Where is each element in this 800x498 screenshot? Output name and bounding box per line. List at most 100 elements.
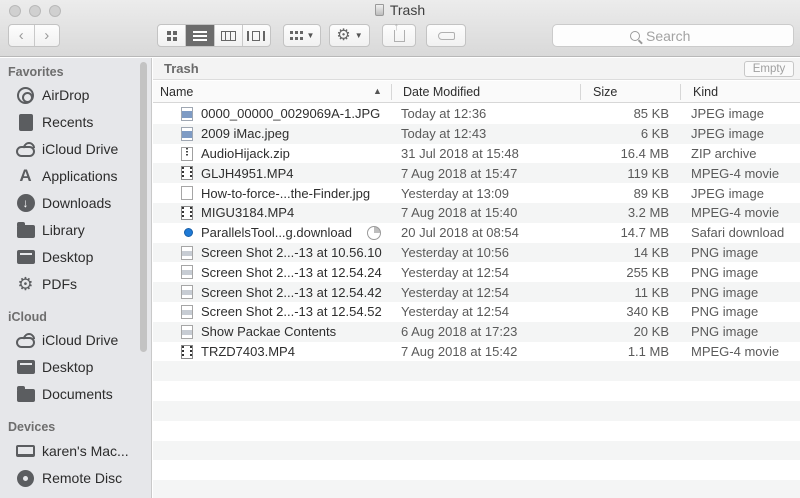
icon-view-button[interactable]	[158, 25, 185, 46]
chevron-right-icon: ›	[44, 27, 50, 44]
sidebar-item-label: Library	[42, 222, 85, 238]
file-name: How-to-force-...the-Finder.jpg	[201, 185, 371, 201]
file-kind: JPEG image	[691, 106, 764, 122]
table-row[interactable]: AudioHijack.zip 31 Jul 2018 at 15:48 16.…	[153, 144, 800, 164]
file-name: Screen Shot 2...-13 at 10.56.10	[201, 244, 382, 260]
sidebar-item-label: Downloads	[42, 195, 112, 211]
column-view-button[interactable]	[213, 25, 242, 46]
desktop-icon	[16, 358, 35, 377]
window-title-text: Trash	[389, 2, 426, 18]
column-divider[interactable]	[391, 84, 392, 100]
download-progress-icon	[367, 225, 381, 240]
sidebar-item-karens-mac[interactable]: karen's Mac...	[16, 439, 129, 463]
sidebar-item-pdfs[interactable]: ⚙ PDFs	[16, 272, 77, 296]
sidebar-item-applications[interactable]: A Applications	[16, 164, 117, 188]
column-header-size[interactable]: Size	[593, 81, 617, 103]
file-date-modified: 20 Jul 2018 at 08:54	[401, 225, 519, 241]
list-view-button[interactable]	[185, 25, 214, 46]
file-date-modified: Yesterday at 13:09	[401, 185, 509, 201]
file-name: Screen Shot 2...-13 at 12.54.42	[201, 284, 382, 300]
file-name: TRZD7403.MP4	[201, 343, 295, 359]
file-size: 3.2 MB	[627, 205, 669, 221]
file-kind: MPEG-4 movie	[691, 165, 780, 181]
back-button[interactable]: ‹	[9, 25, 34, 46]
file-date-modified: Yesterday at 12:54	[401, 284, 509, 300]
desktop-icon	[16, 248, 35, 267]
sidebar-item-label: AirDrop	[42, 87, 90, 103]
tags-button[interactable]	[426, 24, 466, 47]
column-header-kind[interactable]: Kind	[693, 81, 718, 103]
file-size: 11 KB	[634, 284, 669, 300]
sidebar: Favorites AirDrop Recents iCloud Drive A…	[0, 58, 152, 498]
table-row[interactable]: GLJH4951.MP4 7 Aug 2018 at 15:47 119 KB …	[153, 163, 800, 184]
file-list-pane: Trash Empty Name ▲ Date Modified Size Ki…	[153, 58, 800, 498]
column-divider[interactable]	[680, 84, 681, 100]
file-date-modified: Yesterday at 10:56	[401, 244, 509, 260]
table-row[interactable]: Screen Shot 2...-13 at 12.54.42 Yesterda…	[153, 282, 800, 302]
file-kind: PNG image	[691, 284, 759, 300]
sidebar-item-icloud-drive[interactable]: iCloud Drive	[16, 137, 118, 161]
file-name: MIGU3184.MP4	[201, 205, 295, 221]
sidebar-item-documents[interactable]: Documents	[16, 382, 113, 406]
table-row[interactable]: Screen Shot 2...-13 at 12.54.52 Yesterda…	[153, 302, 800, 322]
arrange-button[interactable]: ▼	[283, 24, 321, 47]
table-row[interactable]: Screen Shot 2...-13 at 10.56.10 Yesterda…	[153, 242, 800, 263]
window-title: Trash	[0, 2, 800, 18]
empty-row	[153, 440, 800, 461]
sidebar-item-recents[interactable]: Recents	[16, 110, 93, 134]
sidebar-item-label: iCloud Drive	[42, 141, 119, 157]
sort-ascending-icon: ▲	[373, 86, 382, 96]
disc-icon	[16, 469, 35, 488]
cover-flow-view-button[interactable]	[241, 25, 270, 46]
sidebar-item-remote-disc[interactable]: Remote Disc	[16, 466, 122, 490]
folder-title: Trash	[164, 61, 199, 76]
sidebar-item-label: PDFs	[42, 276, 77, 292]
chevron-down-icon: ▼	[354, 31, 363, 40]
column-view-icon	[220, 30, 236, 41]
action-button[interactable]: ⚙ ▼	[329, 24, 370, 47]
sidebar-item-icloud-desktop[interactable]: Desktop	[16, 355, 93, 379]
search-field[interactable]	[552, 24, 794, 47]
file-date-modified: Today at 12:43	[401, 126, 487, 142]
sidebar-scrollbar[interactable]	[140, 62, 147, 352]
sidebar-section-devices: Devices	[8, 420, 56, 434]
icon-view-icon	[166, 30, 177, 41]
table-row[interactable]: MIGU3184.MP4 7 Aug 2018 at 15:40 3.2 MB …	[153, 202, 800, 223]
file-name: 2009 iMac.jpeg	[201, 126, 290, 142]
table-row[interactable]: 2009 iMac.jpeg Today at 12:43 6 KB JPEG …	[153, 123, 800, 144]
empty-row	[153, 421, 800, 441]
sidebar-item-downloads[interactable]: ↓ Downloads	[16, 191, 111, 215]
sidebar-item-icloud-drive[interactable]: iCloud Drive	[16, 328, 118, 352]
table-row[interactable]: TRZD7403.MP4 7 Aug 2018 at 15:42 1.1 MB …	[153, 342, 800, 362]
sidebar-item-label: Desktop	[42, 359, 94, 375]
file-date-modified: 6 Aug 2018 at 17:23	[401, 324, 518, 340]
sidebar-item-label: karen's Mac...	[42, 443, 129, 459]
sidebar-item-desktop[interactable]: Desktop	[16, 245, 93, 269]
view-switcher	[157, 24, 271, 47]
table-row[interactable]: Show Packae Contents 6 Aug 2018 at 17:23…	[153, 321, 800, 342]
share-button[interactable]	[382, 21, 416, 47]
empty-trash-button[interactable]: Empty	[744, 61, 794, 77]
navigation-buttons: ‹ ›	[8, 24, 60, 47]
share-icon	[393, 21, 405, 42]
file-size: 14 KB	[633, 244, 669, 260]
recents-icon	[16, 113, 35, 132]
column-divider[interactable]	[580, 84, 581, 100]
file-name: Screen Shot 2...-13 at 12.54.24	[201, 264, 382, 280]
file-date-modified: 7 Aug 2018 at 15:47	[401, 165, 518, 181]
sidebar-item-label: iCloud Drive	[42, 332, 119, 348]
search-input[interactable]	[646, 27, 716, 44]
column-header-date-modified[interactable]: Date Modified	[403, 81, 480, 103]
file-kind: PNG image	[691, 244, 759, 260]
file-size: 6 KB	[640, 126, 669, 142]
table-row[interactable]: Screen Shot 2...-13 at 12.54.24 Yesterda…	[153, 262, 800, 282]
table-row[interactable]: 0000_00000_0029069A-1.JPG Today at 12:36…	[153, 104, 800, 124]
forward-button[interactable]: ›	[33, 25, 60, 46]
sidebar-item-airdrop[interactable]: AirDrop	[16, 83, 89, 107]
file-kind: MPEG-4 movie	[691, 205, 780, 221]
sidebar-item-library[interactable]: Library	[16, 218, 85, 242]
table-row[interactable]: ParallelsTool...g.download 20 Jul 2018 a…	[153, 223, 800, 243]
file-size: 89 KB	[633, 185, 669, 201]
column-header-name[interactable]: Name	[160, 81, 193, 103]
table-row[interactable]: How-to-force-...the-Finder.jpg Yesterday…	[153, 183, 800, 203]
